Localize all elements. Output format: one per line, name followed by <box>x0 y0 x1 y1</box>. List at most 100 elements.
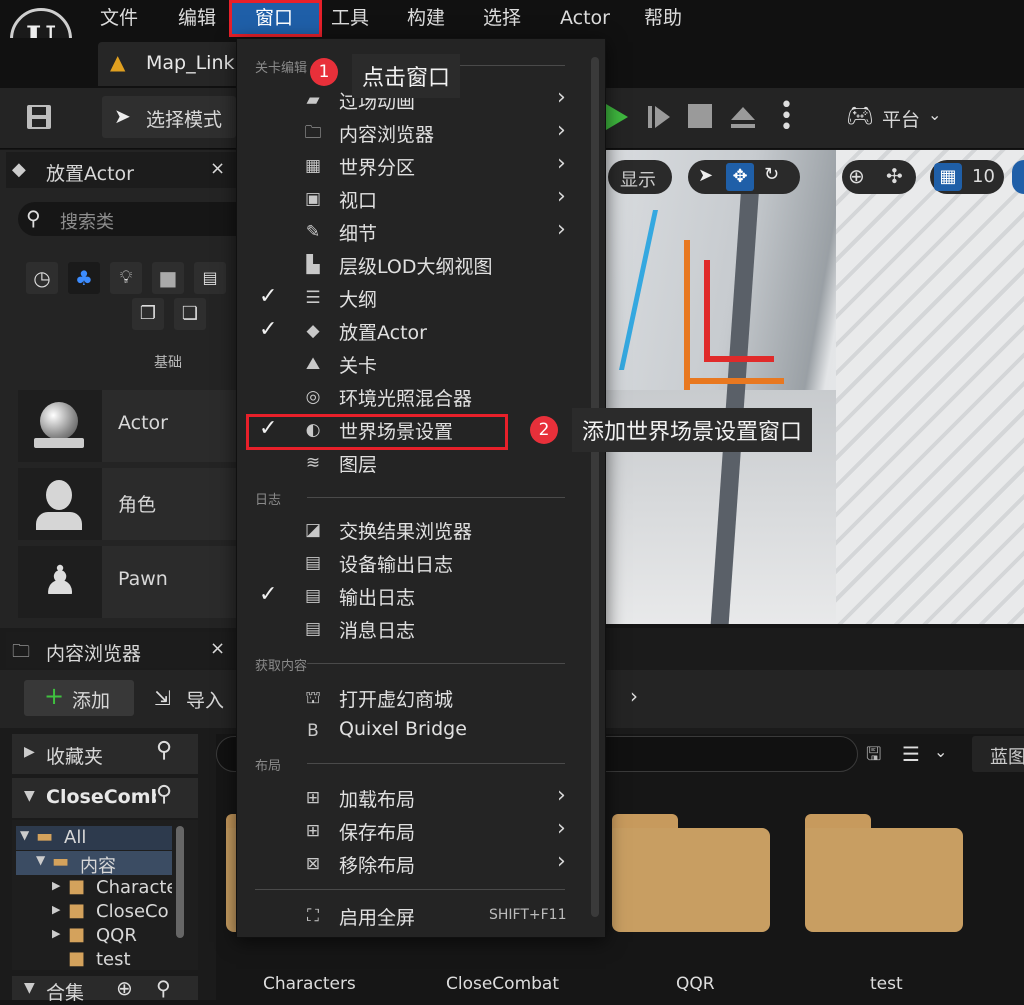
menu-tools[interactable]: 工具 <box>331 4 369 34</box>
menu-item[interactable]: ▙ 层级LOD大纲视图 <box>237 248 587 281</box>
menu-build[interactable]: 构建 <box>407 4 445 34</box>
menu-item[interactable]: ⊞ 保存布局 › <box>237 814 587 847</box>
move-tool-icon[interactable]: ✥ <box>726 163 754 191</box>
tab-map[interactable]: ▲ Map_Link <box>98 42 248 86</box>
step-icon[interactable] <box>646 102 672 132</box>
folder-icon: ■ <box>68 924 86 945</box>
project-label: CloseComb <box>46 786 156 808</box>
character-item[interactable]: 角色 <box>18 468 236 540</box>
checkmark-icon: ✓ <box>259 317 278 342</box>
callout-text-2: 添加世界场景设置窗口 <box>572 408 813 452</box>
actor-item[interactable]: Actor <box>18 390 236 462</box>
folder-icon: ▬ <box>52 851 70 872</box>
search-icon[interactable]: ⚲ <box>156 782 172 807</box>
filter-icon[interactable]: ☰ <box>902 742 920 766</box>
cinematic-icon[interactable]: ▤ <box>194 262 226 294</box>
menu-item[interactable]: ⛫ 打开虚幻商城 <box>237 681 587 714</box>
menu-edit[interactable]: 编辑 <box>178 4 216 34</box>
import-icon[interactable]: ⇲ <box>154 686 171 710</box>
save-search-icon[interactable]: 🖫︎ <box>866 742 881 772</box>
menu-item[interactable]: ✓ ◆ 放置Actor <box>237 314 587 347</box>
search-icon[interactable]: ⚲ <box>156 976 171 1000</box>
folder-icon: ■ <box>68 876 86 897</box>
close-icon[interactable]: × <box>210 638 225 659</box>
place-actor-icon: ◆ <box>12 159 26 180</box>
level-viewport[interactable] <box>606 150 1024 624</box>
menu-help[interactable]: 帮助 <box>644 4 682 34</box>
grid-snap[interactable]: ▦ 10 <box>930 160 1004 194</box>
menu-item[interactable]: ▦ 世界分区 › <box>237 149 587 182</box>
world-space-icon[interactable]: ⊕ <box>848 164 865 188</box>
menu-item[interactable]: ▤ 设备输出日志 <box>237 546 587 579</box>
save-icon[interactable] <box>24 102 54 132</box>
menu-item[interactable]: ⛰ 关卡 <box>237 347 587 380</box>
menu-scrollbar[interactable] <box>591 57 599 917</box>
add-button[interactable]: + 添加 <box>24 680 134 716</box>
menu-item[interactable]: ◎ 环境光照混合器 <box>237 380 587 413</box>
tree-row-qqr[interactable]: ▶ ■ QQR <box>16 924 172 948</box>
level-icon: ⛰ <box>305 354 321 374</box>
tree-row-closecombat[interactable]: ▶ ■ CloseCo <box>16 900 172 924</box>
folder-qqr-icon[interactable] <box>612 814 770 932</box>
chevron-right-icon[interactable]: › <box>630 684 638 708</box>
volumes-icon[interactable]: ❐ <box>132 298 164 330</box>
project-section[interactable]: ▼ CloseComb ⚲ <box>12 778 198 818</box>
gamepad-icon: 🎮︎ <box>846 104 874 129</box>
menu-actor[interactable]: Actor <box>560 4 610 34</box>
fullscreen-item[interactable]: ⛶ 启用全屏 SHIFT+F11 <box>237 899 587 932</box>
tree-label: Characte <box>96 877 172 898</box>
blueprint-filter[interactable]: 蓝图 <box>972 736 1024 772</box>
rotate-tool-icon[interactable]: ↻ <box>764 164 779 185</box>
menu-item[interactable]: ◪ 交换结果浏览器 <box>237 513 587 546</box>
close-icon[interactable]: × <box>210 158 225 179</box>
tree-scrollbar[interactable] <box>176 826 184 938</box>
surface-snap-icon[interactable]: ✣ <box>886 164 903 188</box>
menu-item[interactable]: ⊞ 加载布局 › <box>237 781 587 814</box>
all-classes-icon[interactable]: ❏ <box>174 298 206 330</box>
play-icon[interactable] <box>604 102 630 132</box>
menu-item-label: 放置Actor <box>339 322 427 344</box>
pawn-thumbnail-icon: ♟ <box>18 546 102 618</box>
basic-category-icon[interactable]: ♣ <box>68 262 100 294</box>
folder-search-icon: 🗀 <box>304 123 322 143</box>
fullscreen-label: 启用全屏 <box>339 907 416 929</box>
tree-row-content[interactable]: ▼ ▬ 内容 <box>16 851 172 877</box>
collections-section[interactable]: ▼ 合集 ⊕ ⚲ <box>12 976 198 1004</box>
menu-file[interactable]: 文件 <box>100 4 138 34</box>
tree-row-test[interactable]: ■ test <box>16 948 172 972</box>
eject-icon[interactable] <box>728 102 758 132</box>
shapes-icon[interactable]: ■ <box>152 262 184 294</box>
tree-row-characters[interactable]: ▶ ■ Characte <box>16 876 172 900</box>
menu-item[interactable]: ✎ 细节 › <box>237 215 587 248</box>
menu-window[interactable]: 窗口 <box>255 4 293 34</box>
more-options-icon[interactable]: • • • <box>780 95 793 139</box>
search-input[interactable]: ⚲ 搜索类 <box>18 202 236 236</box>
select-mode-button[interactable]: ➤ 选择模式 <box>102 96 236 138</box>
angle-snap[interactable] <box>1012 160 1024 194</box>
favorites-section[interactable]: ▶ 收藏夹 ⚲ <box>12 734 198 774</box>
folder-test-icon[interactable] <box>805 814 963 932</box>
menu-item[interactable]: ⊠ 移除布局 › <box>237 847 587 880</box>
lights-icon[interactable]: 💡︎ <box>110 262 142 294</box>
tree-row-all[interactable]: ▼ ▬ All <box>16 826 172 850</box>
menu-item[interactable]: ▤ 消息日志 <box>237 612 587 645</box>
menu-select[interactable]: 选择 <box>483 4 521 34</box>
menu-item[interactable]: B Quixel Bridge <box>237 714 587 747</box>
menu-item[interactable]: ✓ ☰ 大纲 <box>237 281 587 314</box>
tree-label: All <box>64 827 87 848</box>
stop-icon[interactable] <box>688 104 712 128</box>
menu-item[interactable]: ✓ ▤ 输出日志 <box>237 579 587 612</box>
chevron-right-icon: › <box>557 184 566 209</box>
show-button[interactable]: 显示 <box>608 160 672 194</box>
import-button[interactable]: 导入 <box>186 686 224 713</box>
add-collection-icon[interactable]: ⊕ <box>116 976 133 1000</box>
pawn-item[interactable]: ♟ Pawn <box>18 546 236 618</box>
section-divider <box>307 497 565 498</box>
platform-button[interactable]: 平台 <box>882 105 920 132</box>
menu-item[interactable]: ≋ 图层 <box>237 446 587 479</box>
menu-item[interactable]: ▣ 视口 › <box>237 182 587 215</box>
menu-item[interactable]: 🗀 内容浏览器 › <box>237 116 587 149</box>
search-icon[interactable]: ⚲ <box>156 738 172 763</box>
recent-icon[interactable]: ◷ <box>26 262 58 294</box>
select-tool-icon[interactable]: ➤ <box>698 165 713 186</box>
